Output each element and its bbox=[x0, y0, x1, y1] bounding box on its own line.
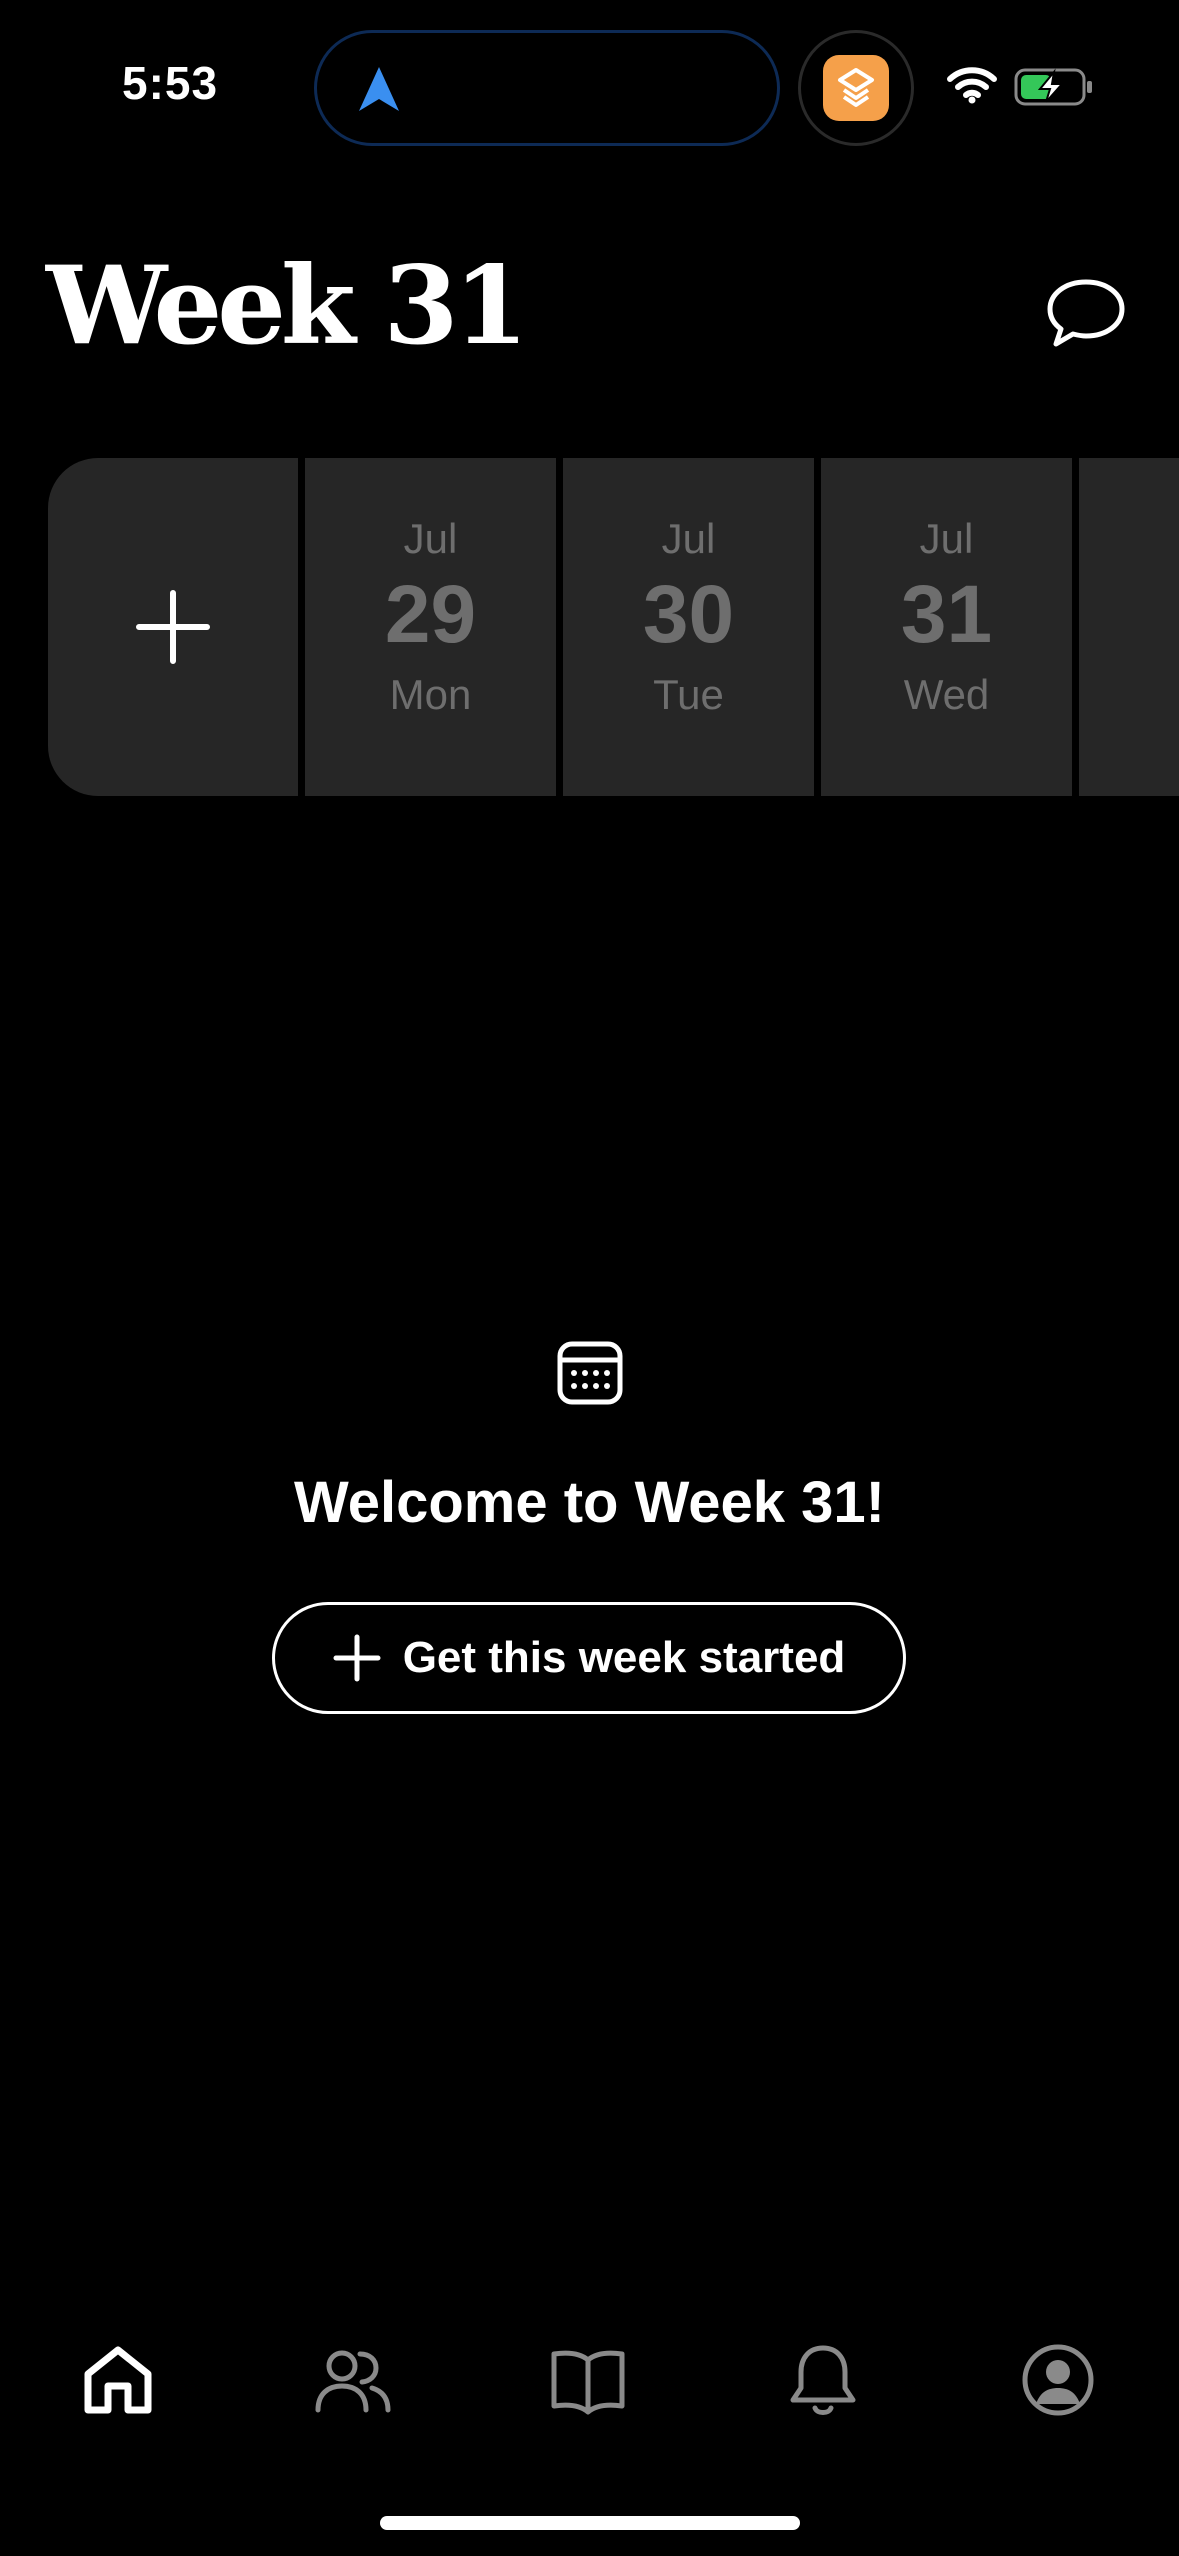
shortcuts-app-icon bbox=[823, 55, 889, 121]
bell-icon[interactable] bbox=[783, 2340, 863, 2420]
dynamic-island-app[interactable] bbox=[798, 30, 914, 146]
day-card[interactable]: Jul 31 Wed bbox=[821, 458, 1072, 796]
day-month: Jul bbox=[919, 515, 974, 562]
day-number: 30 bbox=[642, 569, 735, 660]
day-month: Jul bbox=[403, 515, 458, 562]
day-number: 31 bbox=[900, 569, 993, 660]
home-icon[interactable] bbox=[78, 2340, 158, 2420]
page-title: Week 31 bbox=[46, 243, 529, 369]
day-card[interactable]: A T bbox=[1079, 458, 1179, 796]
day-strip[interactable]: Jul 29 Mon Jul 30 Tue Jul 31 Wed A T bbox=[48, 458, 1179, 796]
status-time: 5:53 bbox=[122, 57, 219, 109]
get-week-started-button[interactable]: Get this week started bbox=[272, 1602, 906, 1714]
dynamic-island-navigation[interactable] bbox=[314, 30, 780, 146]
battery-charging-icon bbox=[1014, 68, 1092, 106]
day-card[interactable]: Jul 30 Tue bbox=[563, 458, 814, 796]
day-number: 29 bbox=[384, 569, 477, 660]
people-icon[interactable] bbox=[312, 2340, 392, 2420]
add-day-button[interactable] bbox=[48, 458, 298, 796]
chat-icon[interactable] bbox=[1046, 276, 1126, 352]
calendar-icon bbox=[557, 1341, 623, 1405]
book-icon[interactable] bbox=[548, 2340, 628, 2420]
tab-bar bbox=[0, 2340, 1179, 2430]
welcome-message: Welcome to Week 31! bbox=[294, 1470, 885, 1535]
day-weekday: Tue bbox=[653, 671, 724, 718]
home-indicator[interactable] bbox=[380, 2516, 800, 2530]
plus-icon bbox=[136, 590, 210, 664]
plus-icon bbox=[333, 1634, 381, 1682]
day-weekday: Wed bbox=[903, 671, 990, 718]
wifi-icon bbox=[947, 67, 997, 104]
profile-icon[interactable] bbox=[1018, 2340, 1098, 2420]
day-weekday: Mon bbox=[389, 671, 472, 718]
get-week-started-label: Get this week started bbox=[402, 1633, 846, 1682]
day-card[interactable]: Jul 29 Mon bbox=[305, 458, 556, 796]
day-month: Jul bbox=[661, 515, 716, 562]
navigation-arrow-icon bbox=[359, 67, 399, 111]
